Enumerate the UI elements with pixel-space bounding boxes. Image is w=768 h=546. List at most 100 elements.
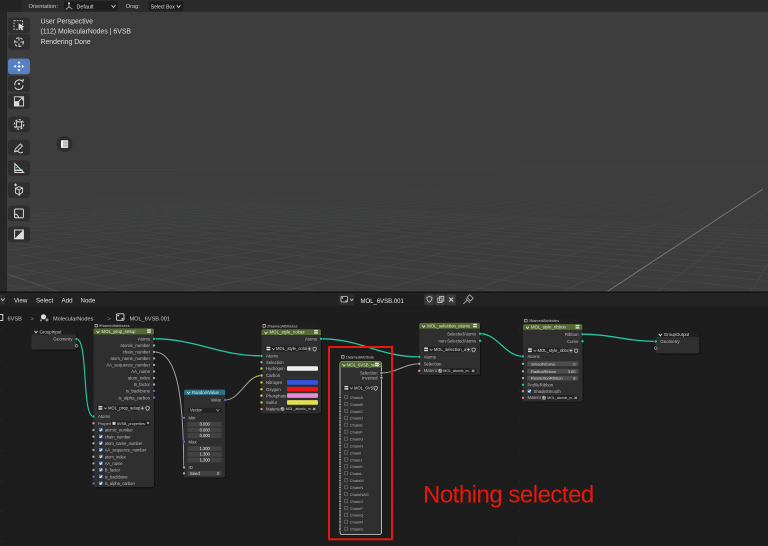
svg-text:Max: Max bbox=[189, 439, 198, 444]
svg-text:is_alpha_carbon: is_alpha_carbon bbox=[105, 481, 136, 486]
svg-text:Selection: Selection bbox=[266, 360, 284, 365]
svg-text:is_backbone: is_backbone bbox=[126, 389, 151, 394]
svg-text:Curve: Curve bbox=[567, 339, 579, 344]
svg-text:Node: Node bbox=[81, 298, 96, 305]
svg-text:(112) MolecularNodes | 6VSB: (112) MolecularNodes | 6VSB bbox=[41, 29, 132, 36]
svg-text:Ribbon: Ribbon bbox=[565, 332, 579, 337]
svg-text:ChainB: ChainB bbox=[350, 402, 363, 407]
svg-text:>: > bbox=[108, 317, 111, 323]
svg-text:chain_number: chain_number bbox=[105, 434, 132, 439]
svg-text:atomic_number: atomic_number bbox=[120, 343, 150, 348]
svg-text:Atoms: Atoms bbox=[138, 337, 150, 342]
svg-text:MOL_prop_setup: MOL_prop_setup bbox=[108, 406, 141, 411]
svg-text:ChainA: ChainA bbox=[350, 395, 363, 400]
svg-text:Select Box: Select Box bbox=[151, 4, 175, 10]
svg-text:Value: Value bbox=[211, 398, 222, 403]
svg-text:User Perspective: User Perspective bbox=[41, 18, 94, 25]
svg-text:3NamedAttributes: 3NamedAttributes bbox=[529, 319, 559, 323]
svg-text:Atoms: Atoms bbox=[305, 337, 317, 342]
svg-text:Select: Select bbox=[36, 298, 53, 305]
svg-text:MolecularNodes: MolecularNodes bbox=[53, 317, 94, 323]
svg-text:ChainS: ChainS bbox=[350, 527, 363, 532]
svg-text:atom_name_number: atom_name_number bbox=[105, 441, 143, 446]
svg-text:3.00: 3.00 bbox=[568, 369, 577, 374]
svg-text:Geometry: Geometry bbox=[53, 337, 73, 342]
svg-text:ChainO: ChainO bbox=[350, 499, 364, 504]
svg-text:Material: Material bbox=[424, 368, 439, 373]
svg-text:Phosphate: Phosphate bbox=[266, 393, 287, 398]
svg-text:GroupInput: GroupInput bbox=[40, 329, 63, 334]
svg-text:9NamedAttributes: 9NamedAttributes bbox=[99, 324, 129, 328]
svg-text:Min: Min bbox=[189, 416, 197, 421]
svg-text:atom_index: atom_index bbox=[128, 376, 151, 381]
svg-text:Atoms: Atoms bbox=[266, 354, 278, 359]
svg-text:Sulfur: Sulfur bbox=[266, 400, 278, 405]
svg-text:1.300: 1.300 bbox=[200, 452, 211, 457]
svg-text:AA_sequence_number: AA_sequence_number bbox=[105, 448, 147, 453]
svg-text:Vector: Vector bbox=[190, 408, 202, 413]
svg-text:Drag:: Drag: bbox=[126, 4, 140, 10]
svg-text:ChainL: ChainL bbox=[350, 471, 363, 476]
svg-text:2NamedAttributes: 2NamedAttributes bbox=[267, 324, 297, 328]
svg-text:ID: ID bbox=[189, 465, 193, 470]
svg-text:ChainK: ChainK bbox=[350, 464, 363, 469]
svg-text:SmoothCurve: SmoothCurve bbox=[531, 361, 556, 366]
svg-text:MOL_selection_atoms: MOL_selection_atoms bbox=[427, 323, 470, 328]
svg-text:MOL_atomic_m..: MOL_atomic_m.. bbox=[547, 396, 574, 400]
svg-text:>: > bbox=[31, 317, 34, 323]
svg-text:0.000: 0.000 bbox=[200, 422, 211, 427]
svg-text:Carbon: Carbon bbox=[266, 373, 281, 378]
svg-text:GroupOutput: GroupOutput bbox=[664, 332, 690, 337]
svg-text:SelectedAtoms: SelectedAtoms bbox=[447, 331, 476, 336]
svg-text:atom_index: atom_index bbox=[105, 454, 126, 459]
svg-text:Hydrogen: Hydrogen bbox=[266, 366, 285, 371]
svg-text:Default: Default bbox=[77, 4, 95, 10]
svg-text:AA_name: AA_name bbox=[131, 369, 150, 374]
svg-text:Selection: Selection bbox=[424, 362, 442, 367]
svg-text:MOL_6VS..: MOL_6VS.. bbox=[354, 385, 376, 390]
svg-text:MOL_style_ribbon: MOL_style_ribbon bbox=[538, 348, 573, 353]
svg-text:Material: Material bbox=[266, 406, 281, 411]
svg-text:ChainM: ChainM bbox=[350, 478, 364, 483]
svg-text:atomic_number: atomic_number bbox=[105, 428, 134, 433]
svg-text:ShadeSmooth: ShadeSmooth bbox=[534, 389, 562, 394]
svg-text:ChainI: ChainI bbox=[350, 450, 362, 455]
svg-text:MOL_atomic_m..: MOL_atomic_m.. bbox=[443, 369, 470, 373]
svg-text:Orientation:: Orientation: bbox=[29, 4, 59, 10]
svg-text:Rendering Done: Rendering Done bbox=[41, 39, 91, 46]
svg-text:ChainH: ChainH bbox=[350, 443, 363, 448]
svg-text:ChainQ: ChainQ bbox=[350, 513, 364, 518]
svg-text:Atoms: Atoms bbox=[98, 414, 110, 419]
svg-text:ProfileRibbon: ProfileRibbon bbox=[528, 382, 554, 387]
svg-text:ChainF: ChainF bbox=[350, 430, 363, 435]
svg-text:B_factor: B_factor bbox=[134, 382, 151, 387]
svg-text:MOL_style_ribbon: MOL_style_ribbon bbox=[531, 325, 566, 330]
svg-text:View: View bbox=[14, 298, 28, 305]
svg-text:1.300: 1.300 bbox=[200, 446, 211, 451]
svg-text:ChainE: ChainE bbox=[350, 423, 363, 428]
svg-text:MOL_6VSB.001: MOL_6VSB.001 bbox=[361, 299, 405, 305]
svg-text:1.300: 1.300 bbox=[200, 457, 211, 462]
svg-text:RandomValue: RandomValue bbox=[192, 390, 220, 395]
svg-text:ChainD: ChainD bbox=[350, 416, 363, 421]
svg-text:ChainJ: ChainJ bbox=[350, 457, 362, 462]
svg-text:Inverted: Inverted bbox=[362, 375, 378, 380]
svg-text:MOL_style_colour: MOL_style_colour bbox=[276, 346, 310, 351]
svg-text:RadiusRibbon: RadiusRibbon bbox=[531, 369, 556, 374]
svg-text:MOL_prop_setup: MOL_prop_setup bbox=[102, 329, 136, 334]
svg-text:Material: Material bbox=[528, 395, 543, 400]
svg-text:Atoms: Atoms bbox=[528, 354, 540, 359]
svg-text:1NamedAttribute: 1NamedAttribute bbox=[346, 355, 375, 359]
svg-text:B_factor: B_factor bbox=[105, 468, 121, 473]
svg-text:Nitrogen: Nitrogen bbox=[266, 380, 283, 385]
svg-text:non-SelectedAtoms: non-SelectedAtoms bbox=[439, 338, 477, 343]
svg-text:ResolutionRibbon: ResolutionRibbon bbox=[531, 376, 563, 381]
svg-text:6VSB: 6VSB bbox=[8, 317, 23, 323]
svg-text:chain_number: chain_number bbox=[123, 350, 151, 355]
svg-text:ChainC: ChainC bbox=[350, 409, 363, 414]
svg-text:Seed: Seed bbox=[190, 471, 200, 476]
svg-text:AA_name: AA_name bbox=[105, 461, 124, 466]
svg-text:ChainNAG: ChainNAG bbox=[350, 492, 369, 497]
svg-text:ChainR: ChainR bbox=[350, 520, 363, 525]
svg-text:is_backbone: is_backbone bbox=[105, 474, 129, 479]
